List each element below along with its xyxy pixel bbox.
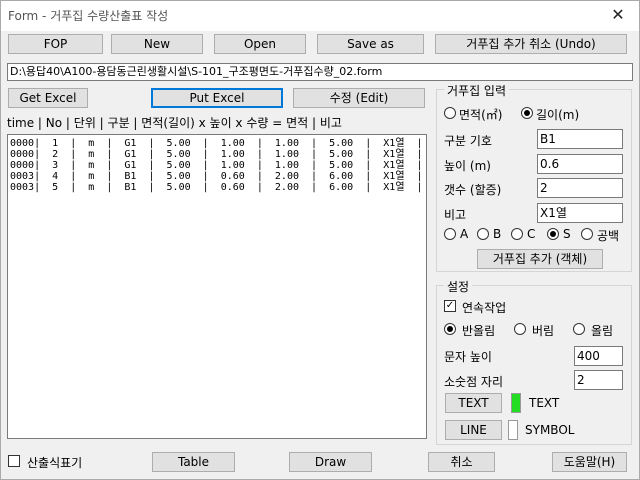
form-list[interactable]: 0000| 1 | m | G1 | 5.00 | 1.00 | 1.00 | … xyxy=(7,134,427,439)
list-item[interactable]: 0003| 5 | m | B1 | 5.00 | 0.60 | 2.00 | … xyxy=(8,182,426,193)
open-button[interactable]: Open xyxy=(214,34,306,54)
opt-c-label: C xyxy=(527,227,536,241)
line-button[interactable]: LINE xyxy=(445,420,502,440)
opt-s-radio[interactable] xyxy=(547,228,559,240)
note-label: 비고 xyxy=(444,208,467,222)
ceil-label: 올림 xyxy=(591,324,614,338)
get-excel-button[interactable]: Get Excel xyxy=(8,88,88,108)
height-label: 높이 (m) xyxy=(444,159,491,173)
title-bar: Form - 거푸집 수량산출표 작성 ✕ xyxy=(1,1,639,31)
main-window: Form - 거푸집 수량산출표 작성 ✕ FOP New Open Save … xyxy=(0,0,640,480)
list-item[interactable]: 0000| 1 | m | G1 | 5.00 | 1.00 | 1.00 | … xyxy=(8,138,426,149)
file-path-field[interactable]: D:\용답40\A100-용담동근린생활시설\S-101_구조평면도-거푸집수량… xyxy=(7,63,633,81)
mode-area-label: 면적(㎡) xyxy=(459,108,503,122)
list-item[interactable]: 0000| 2 | m | G1 | 5.00 | 1.00 | 1.00 | … xyxy=(8,149,426,160)
continuous-checkbox[interactable]: ✓ xyxy=(444,300,456,312)
opt-b-radio[interactable] xyxy=(477,228,489,240)
close-icon[interactable]: ✕ xyxy=(607,4,629,26)
text-height-input[interactable]: 400 xyxy=(574,346,623,366)
fop-button[interactable]: FOP xyxy=(8,34,103,54)
count-input[interactable]: 2 xyxy=(537,178,623,198)
code-label: 구분 기호 xyxy=(444,134,492,148)
opt-b-label: B xyxy=(493,227,502,241)
list-header: time | No | 단위 | 구분 | 면적(길이) x 높이 x 수량 =… xyxy=(7,116,342,130)
count-label: 갯수 (할증) xyxy=(444,183,502,197)
opt-s-label: S xyxy=(563,227,571,241)
form-input-legend: 거푸집 입력 xyxy=(444,82,510,99)
symbol-label: SYMBOL xyxy=(525,423,575,437)
marker-label: 산출식표기 xyxy=(27,456,83,470)
continuous-label: 연속작업 xyxy=(462,301,507,315)
floor-radio[interactable] xyxy=(514,323,526,335)
list-item[interactable]: 0000| 3 | m | G1 | 5.00 | 1.00 | 1.00 | … xyxy=(8,160,426,171)
list-item[interactable]: 0003| 4 | m | B1 | 5.00 | 0.60 | 2.00 | … xyxy=(8,171,426,182)
decimals-label: 소숫점 자리 xyxy=(444,375,504,389)
mode-length-label: 길이(m) xyxy=(536,108,580,122)
text-button[interactable]: TEXT xyxy=(445,393,502,413)
help-button[interactable]: 도움말(H) xyxy=(552,452,627,472)
table-button[interactable]: Table xyxy=(152,452,235,472)
note-input[interactable]: X1열 xyxy=(537,203,623,223)
add-form-object-button[interactable]: 거푸집 추가 (객체) xyxy=(477,249,603,269)
edit-button[interactable]: 수정 (Edit) xyxy=(293,88,425,108)
ceil-radio[interactable] xyxy=(573,323,585,335)
opt-c-radio[interactable] xyxy=(511,228,523,240)
height-input[interactable]: 0.6 xyxy=(537,154,623,174)
floor-label: 버림 xyxy=(532,324,555,338)
opt-a-radio[interactable] xyxy=(444,228,456,240)
save-as-button[interactable]: Save as xyxy=(317,34,424,54)
cancel-button[interactable]: 취소 xyxy=(428,452,495,472)
text-color-swatch[interactable] xyxy=(511,393,521,413)
new-button[interactable]: New xyxy=(111,34,203,54)
settings-legend: 설정 xyxy=(444,278,473,295)
decimals-input[interactable]: 2 xyxy=(574,370,623,390)
undo-add-form-button[interactable]: 거푸집 추가 취소 (Undo) xyxy=(435,34,627,54)
round-radio[interactable] xyxy=(444,323,456,335)
marker-checkbox[interactable] xyxy=(8,455,20,467)
round-label: 반올림 xyxy=(462,324,496,338)
mode-area-radio[interactable] xyxy=(444,107,456,119)
window-title: Form - 거푸집 수량산출표 작성 xyxy=(8,9,169,23)
mode-length-radio[interactable] xyxy=(521,107,533,119)
text-label: TEXT xyxy=(529,396,560,410)
code-input[interactable]: B1 xyxy=(537,129,623,149)
opt-blank-radio[interactable] xyxy=(581,228,593,240)
draw-button[interactable]: Draw xyxy=(289,452,372,472)
opt-blank-label: 공백 xyxy=(597,229,620,243)
symbol-color-swatch[interactable] xyxy=(508,420,518,440)
opt-a-label: A xyxy=(460,227,469,241)
put-excel-button[interactable]: Put Excel xyxy=(151,88,283,108)
text-height-label: 문자 높이 xyxy=(444,350,492,364)
